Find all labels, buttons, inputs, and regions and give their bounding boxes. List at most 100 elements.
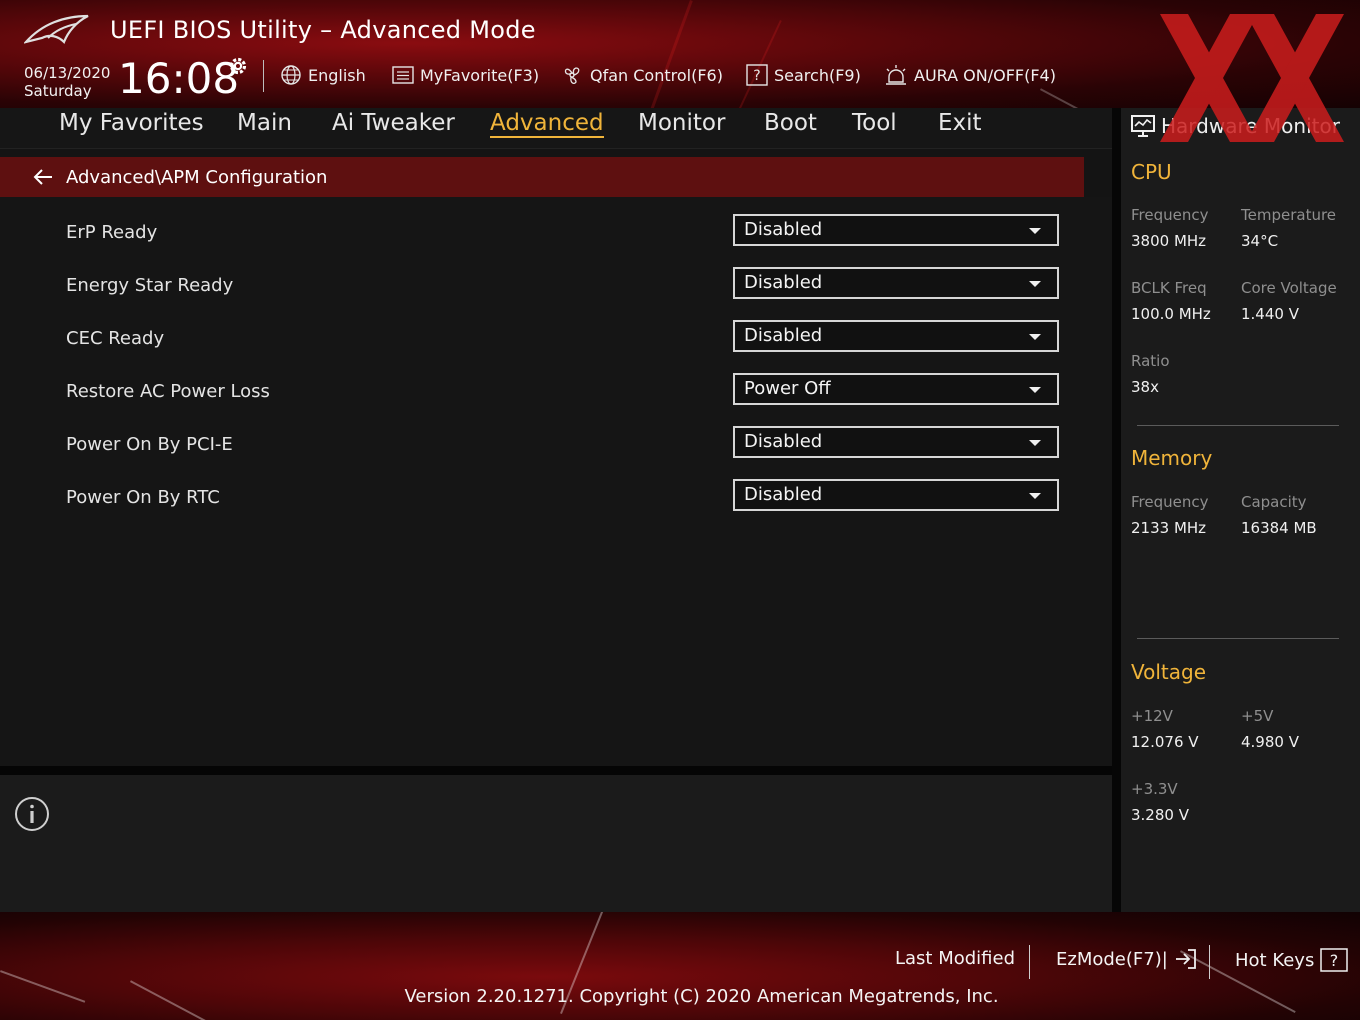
cpu-temperature-value: 34°C <box>1241 232 1279 250</box>
monitor-icon <box>1131 115 1155 137</box>
breadcrumb: Advanced\APM Configuration <box>0 157 1084 197</box>
day-text: Saturday <box>24 82 92 100</box>
menu-boot[interactable]: Boot <box>764 110 817 136</box>
search-label: Search(F9) <box>774 65 861 85</box>
hot-keys-button[interactable]: Hot Keys ? <box>1235 948 1349 972</box>
setting-row-cec-ready[interactable]: CEC Ready Disabled <box>0 320 1112 364</box>
power-on-by-pcie-dropdown[interactable]: Disabled <box>733 426 1059 458</box>
energy-star-ready-dropdown[interactable]: Disabled <box>733 267 1059 299</box>
v12-label: +12V <box>1131 707 1173 725</box>
help-info-panel <box>0 775 1112 912</box>
power-on-by-rtc-dropdown[interactable]: Disabled <box>733 479 1059 511</box>
setting-row-power-on-by-rtc[interactable]: Power On By RTC Disabled <box>0 479 1112 523</box>
dropdown-value: Disabled <box>744 272 823 293</box>
v33-label: +3.3V <box>1131 780 1178 798</box>
bclk-value: 100.0 MHz <box>1131 305 1211 323</box>
section-divider <box>1137 638 1339 639</box>
language-button[interactable]: English <box>280 64 366 86</box>
help-key-icon: ? <box>1320 948 1349 972</box>
svg-text:?: ? <box>1330 951 1339 970</box>
date-display: 06/13/2020 Saturday <box>24 64 110 100</box>
last-modified-label: Last Modified <box>895 948 1016 969</box>
setting-label: Power On By PCI-E <box>66 434 233 455</box>
setting-label: Restore AC Power Loss <box>66 381 270 402</box>
restore-ac-power-loss-dropdown[interactable]: Power Off <box>733 373 1059 405</box>
setting-row-restore-ac-power-loss[interactable]: Restore AC Power Loss Power Off <box>0 373 1112 417</box>
globe-icon <box>281 65 301 85</box>
header-decor-stripe <box>621 0 693 108</box>
top-header: UEFI BIOS Utility – Advanced Mode 06/13/… <box>0 0 1360 108</box>
dropdown-arrow-icon <box>1029 493 1041 499</box>
exit-arrow-icon <box>1175 949 1196 969</box>
setting-label: ErP Ready <box>66 222 158 243</box>
myfavorite-button[interactable]: MyFavorite(F3) <box>392 64 539 86</box>
cpu-frequency-label: Frequency <box>1131 206 1209 224</box>
menu-my-favorites[interactable]: My Favorites <box>59 110 204 136</box>
aura-light-icon <box>886 65 906 85</box>
ratio-value: 38x <box>1131 378 1159 396</box>
aura-label: AURA ON/OFF(F4) <box>914 65 1056 85</box>
dropdown-value: Disabled <box>744 484 823 505</box>
back-arrow-icon[interactable] <box>32 166 54 188</box>
aura-button[interactable]: AURA ON/OFF(F4) <box>884 64 1056 86</box>
copyright-text: Copyright (C) 2020 American Megatrends, … <box>579 986 999 1007</box>
setting-row-erp-ready[interactable]: ErP Ready Disabled <box>0 214 1112 258</box>
setting-label: CEC Ready <box>66 328 165 349</box>
hardware-monitor-panel: Hardware Monitor CPU Frequency 3800 MHz … <box>1121 108 1360 912</box>
dropdown-arrow-icon <box>1029 281 1041 287</box>
hot-keys-label: Hot Keys <box>1235 949 1315 971</box>
cpu-frequency-value: 3800 MHz <box>1131 232 1207 250</box>
version-text: Version 2.20.1271. <box>404 986 574 1007</box>
memory-capacity-label: Capacity <box>1241 493 1307 511</box>
ezmode-button[interactable]: EzMode(F7)| <box>1056 948 1198 970</box>
search-button[interactable]: ? Search(F9) <box>746 64 861 86</box>
dropdown-value: Disabled <box>744 325 823 346</box>
menu-advanced[interactable]: Advanced <box>490 110 604 138</box>
dropdown-arrow-icon <box>1029 440 1041 446</box>
voltage-heading: Voltage <box>1131 660 1207 684</box>
favorite-list-icon <box>392 66 414 84</box>
v12-value: 12.076 V <box>1131 733 1199 751</box>
fan-icon <box>564 67 580 84</box>
dropdown-value: Disabled <box>744 219 823 240</box>
qfan-control-button[interactable]: Qfan Control(F6) <box>560 64 723 86</box>
menu-monitor[interactable]: Monitor <box>638 110 725 136</box>
menu-main[interactable]: Main <box>237 110 292 136</box>
dropdown-arrow-icon <box>1029 228 1041 234</box>
cpu-heading: CPU <box>1131 160 1172 184</box>
setting-label: Power On By RTC <box>66 487 220 508</box>
menu-ai-tweaker[interactable]: Ai Tweaker <box>332 110 455 136</box>
memory-frequency-label: Frequency <box>1131 493 1209 511</box>
menu-exit[interactable]: Exit <box>938 110 982 136</box>
core-voltage-label: Core Voltage <box>1241 279 1337 297</box>
footer-bar: Last Modified EzMode(F7)| Hot Keys ? Ver… <box>0 912 1360 1020</box>
setting-row-energy-star-ready[interactable]: Energy Star Ready Disabled <box>0 267 1112 311</box>
info-icon <box>15 797 49 831</box>
panel-divider <box>0 766 1112 775</box>
ezmode-label: EzMode(F7)| <box>1056 948 1168 970</box>
core-voltage-value: 1.440 V <box>1241 305 1299 323</box>
ratio-label: Ratio <box>1131 352 1170 370</box>
settings-panel: ErP Ready Disabled Energy Star Ready Dis… <box>0 197 1112 767</box>
gear-icon[interactable] <box>226 54 250 78</box>
watermark-logo-icon <box>1160 14 1344 142</box>
v5-label: +5V <box>1241 707 1274 725</box>
erp-ready-dropdown[interactable]: Disabled <box>733 214 1059 246</box>
setting-row-power-on-by-pcie[interactable]: Power On By PCI-E Disabled <box>0 426 1112 470</box>
cpu-temperature-label: Temperature <box>1241 206 1337 224</box>
bclk-label: BCLK Freq <box>1131 279 1207 297</box>
memory-capacity-value: 16384 MB <box>1241 519 1317 537</box>
myfavorite-label: MyFavorite(F3) <box>420 65 540 85</box>
header-separator <box>263 60 264 92</box>
cec-ready-dropdown[interactable]: Disabled <box>733 320 1059 352</box>
qfan-label: Qfan Control(F6) <box>590 65 723 85</box>
app-title: UEFI BIOS Utility – Advanced Mode <box>110 16 536 44</box>
setting-label: Energy Star Ready <box>66 275 234 296</box>
footer-separator <box>1209 945 1210 979</box>
menu-tool[interactable]: Tool <box>852 110 897 136</box>
version-info: Version 2.20.1271. Copyright (C) 2020 Am… <box>0 986 1360 1007</box>
v5-value: 4.980 V <box>1241 733 1299 751</box>
last-modified-button[interactable]: Last Modified <box>895 948 1015 969</box>
memory-heading: Memory <box>1131 446 1213 470</box>
dropdown-arrow-icon <box>1029 387 1041 393</box>
